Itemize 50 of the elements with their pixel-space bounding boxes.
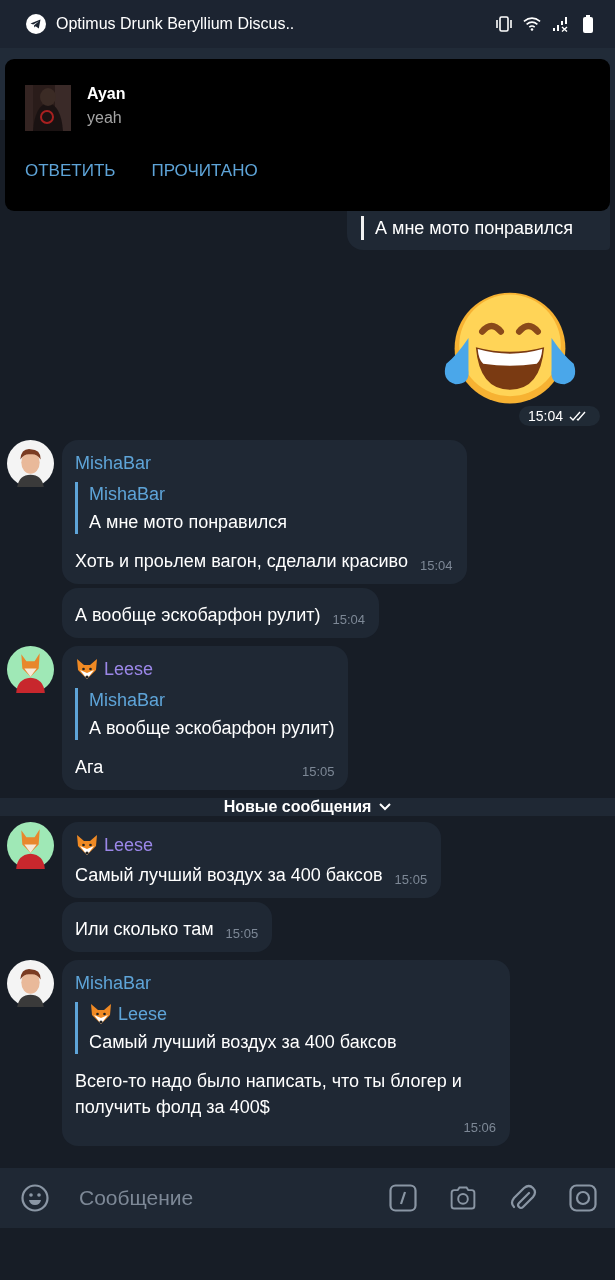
wifi-icon	[523, 16, 541, 32]
avatar-icon[interactable]	[7, 960, 54, 1007]
message-input[interactable]: Сообщение	[77, 1185, 357, 1211]
time-badge: 15:04	[518, 406, 600, 426]
fox-icon	[75, 658, 99, 680]
sender-name[interactable]: Leese	[104, 832, 154, 858]
notification-app-title: Optimus Drunk Beryllium Discus..	[56, 15, 295, 33]
message-time: 15:04	[332, 612, 366, 627]
smiley-icon[interactable]	[21, 1184, 49, 1212]
message-text: Ага	[75, 756, 104, 779]
quoted-sender-name: MishaBar	[89, 689, 166, 712]
notification-message: yeah	[87, 109, 123, 127]
message-time: 15:06	[463, 1120, 496, 1135]
quoted-text: А вообще эскобарфон рулит)	[89, 717, 335, 740]
avatar-icon[interactable]	[7, 646, 54, 693]
paper-plane-icon	[26, 14, 46, 34]
avatar-icon[interactable]	[7, 440, 54, 487]
quoted-text: Самый лучший воздух за 400 баксов	[89, 1031, 398, 1054]
message-time: 15:05	[301, 764, 335, 779]
quoted-sender-name: MishaBar	[89, 483, 166, 506]
video-message-icon[interactable]	[569, 1184, 597, 1212]
quoted-text: А мне мото понравился	[89, 511, 288, 534]
notification-action-button[interactable]: ПРОЧИТАНО	[151, 161, 258, 181]
new-messages-label: Новые сообщения	[223, 798, 372, 816]
chevron-down-icon	[379, 803, 392, 811]
notification-card[interactable]: Ayan yeah ОТВЕТИТЬ ПРОЧИТАНО	[5, 59, 610, 211]
message-text: Или сколько там	[75, 918, 214, 941]
avatar-icon[interactable]	[7, 822, 54, 869]
message-time: 15:05	[394, 872, 428, 887]
slash-command-icon[interactable]	[389, 1184, 417, 1212]
paperclip-icon[interactable]	[509, 1184, 537, 1212]
message-text: Самый лучший воздух за 400 баксов	[75, 864, 383, 887]
message-time: 15:04	[419, 558, 453, 573]
sender-name[interactable]: Leese	[104, 656, 154, 682]
notification-action-button[interactable]: ОТВЕТИТЬ	[25, 161, 116, 181]
vibrate-icon	[495, 16, 513, 32]
notification-sender: Ayan	[87, 85, 126, 103]
signal-icon	[551, 16, 569, 32]
message-text: А вообще эскобарфон рулит)	[75, 604, 321, 627]
sender-name[interactable]: MishaBar	[75, 970, 152, 996]
fox-icon	[75, 834, 99, 856]
message-text: Хоть и проьлем вагон, сделали красиво	[75, 550, 408, 573]
battery-icon	[583, 15, 593, 33]
camera-icon[interactable]	[449, 1184, 477, 1212]
quoted-sender-name: Leese	[118, 1003, 168, 1026]
message-time: 15:05	[225, 926, 259, 941]
sender-name[interactable]: MishaBar	[75, 450, 152, 476]
message-text: Всего-то надо было написать, что ты блогер и получить фолд за 400$	[75, 1070, 463, 1119]
fox-icon	[89, 1003, 113, 1025]
quoted-text: А мне мото понравился	[375, 217, 574, 240]
